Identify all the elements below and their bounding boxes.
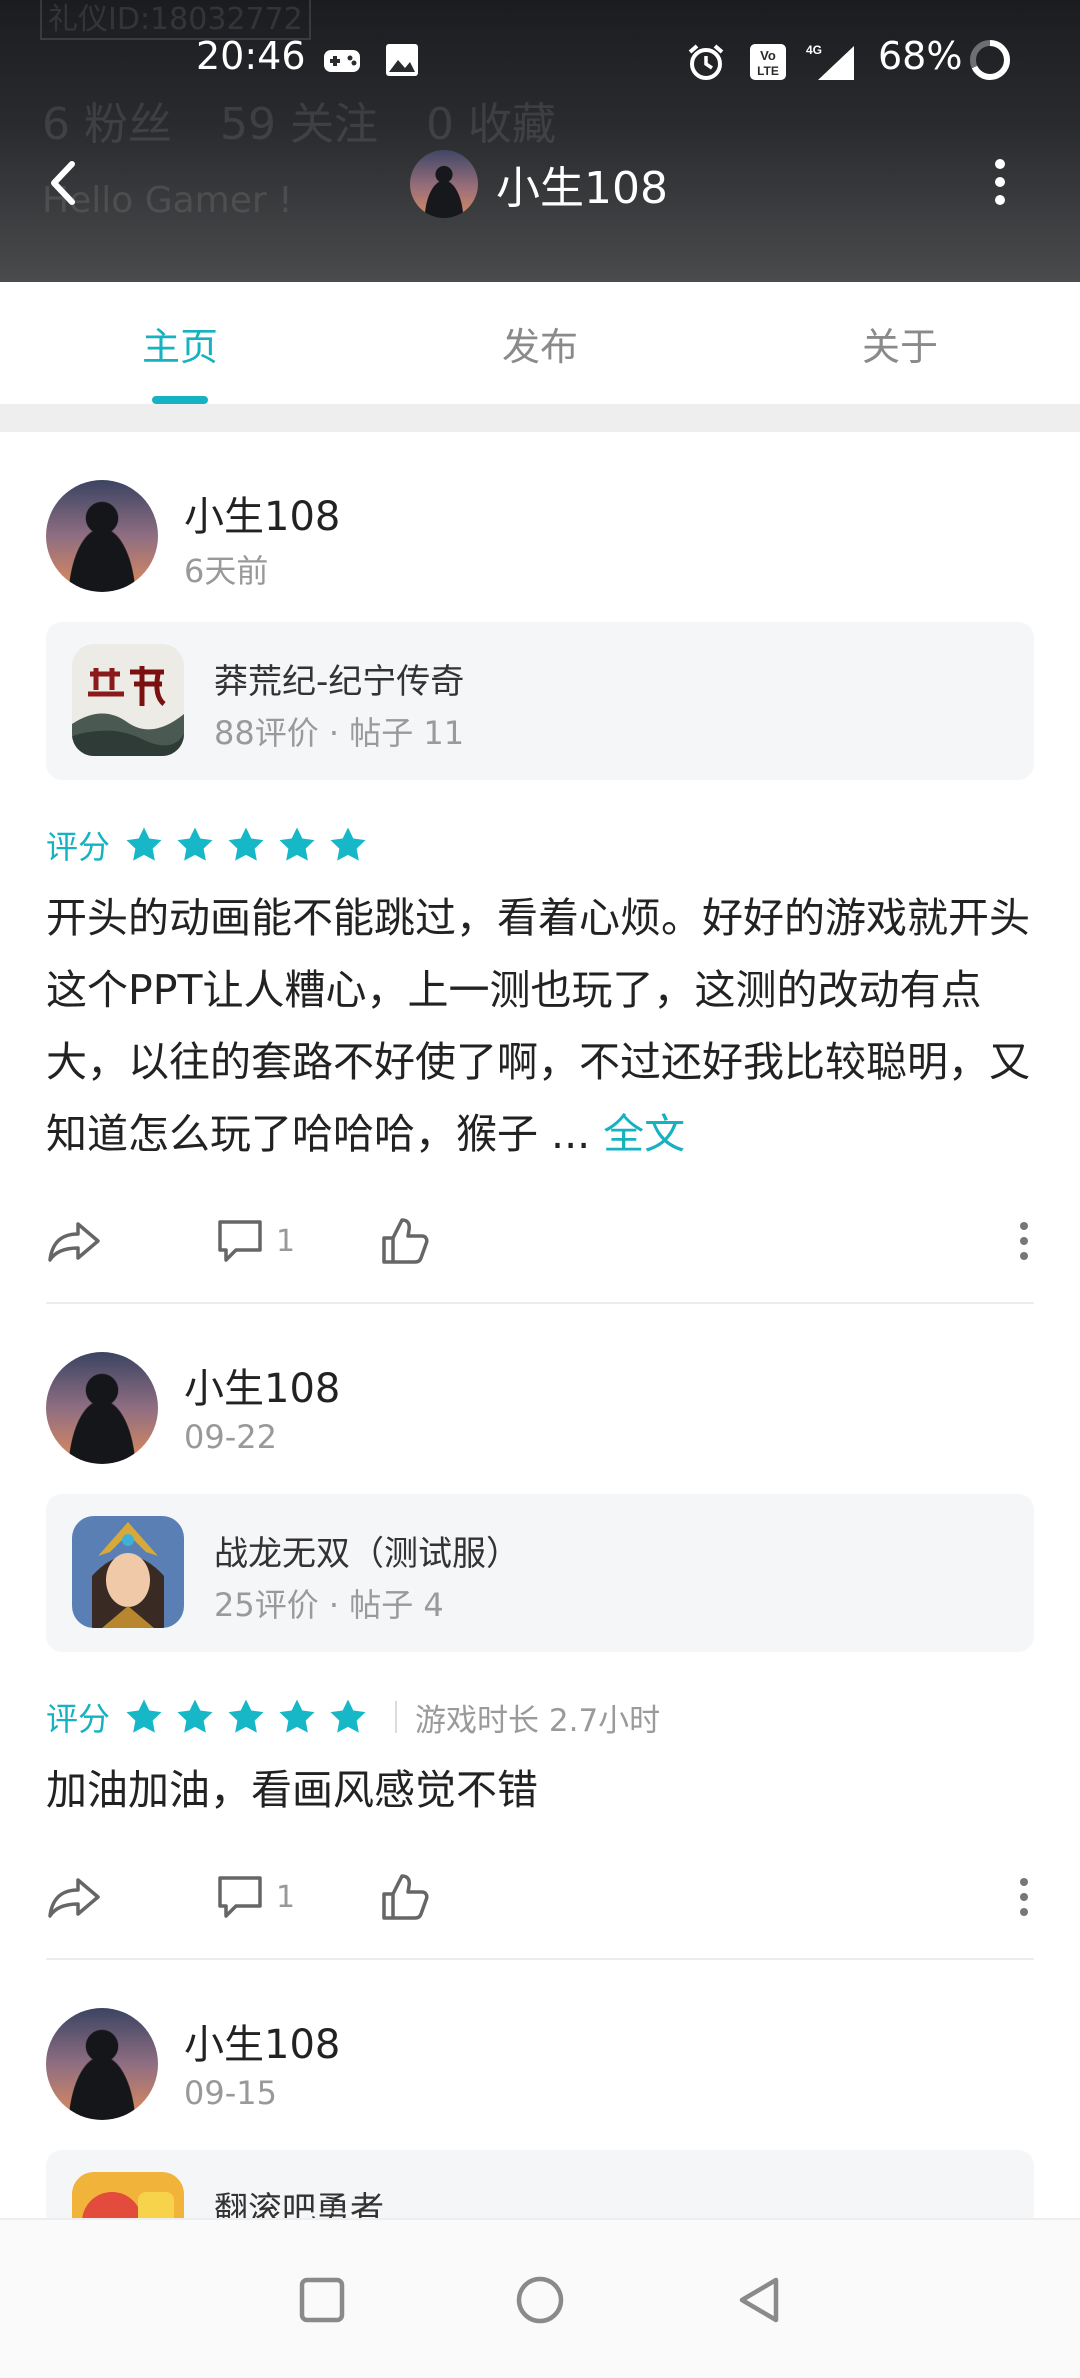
avatar[interactable]	[46, 1352, 158, 1464]
signal-icon: 4G	[806, 43, 854, 80]
comment-button[interactable]: 1	[216, 1216, 295, 1266]
author-name[interactable]: 小生108	[184, 2012, 340, 2070]
followers-stat: 6 粉丝	[42, 99, 172, 150]
game-icon	[72, 1516, 184, 1628]
gamepad-icon	[324, 50, 360, 72]
profile-header: 礼仪ID:18032772 6 粉丝 59 关注 0 收藏 Hello Game…	[0, 0, 1080, 282]
post-time: 6天前	[184, 552, 269, 590]
post-more-icon[interactable]	[1016, 1872, 1032, 1922]
feed-post: 小生108 6天前 莽荒纪-纪宁传奇 88评价 · 帖子 11 评分 开头的动画…	[0, 432, 1080, 1288]
avatar[interactable]	[46, 2008, 158, 2120]
rating-label: 评分	[46, 1700, 111, 1738]
read-more-link[interactable]: 全文	[603, 1110, 685, 1158]
volte-icon: Vo LTE	[750, 44, 786, 80]
post-content[interactable]: 开头的动画能不能跳过，看着心烦。好好的游戏就开头这个PPT让人糟心，上一测也玩了…	[46, 882, 1034, 1170]
star-icon	[228, 1699, 264, 1733]
alarm-icon	[688, 44, 724, 80]
post-text: 加油加油，看画风感觉不错	[46, 1766, 538, 1814]
post-time: 09-15	[184, 2074, 277, 2112]
active-tab-indicator	[152, 396, 208, 404]
game-card[interactable]: 莽荒纪-纪宁传奇 88评价 · 帖子 11	[46, 622, 1034, 780]
more-vertical-icon[interactable]	[980, 152, 1020, 212]
game-meta: 25评价 · 帖子 4	[214, 1586, 444, 1624]
recent-apps-icon[interactable]	[290, 2268, 354, 2332]
star-icon	[126, 1699, 162, 1733]
rating-row: 评分	[46, 816, 1034, 874]
feed-list: 小生108 6天前 莽荒纪-纪宁传奇 88评价 · 帖子 11 评分 开头的动画…	[0, 432, 1080, 2308]
profile-tabs: 主页 发布 关于	[0, 282, 1080, 404]
status-time: 20:46	[196, 34, 306, 78]
tab-posts[interactable]: 发布	[440, 316, 640, 371]
game-icon	[72, 644, 184, 756]
following-stat: 59 关注	[219, 99, 378, 150]
game-card[interactable]: 战龙无双（测试服） 25评价 · 帖子 4	[46, 1494, 1034, 1652]
like-icon[interactable]	[380, 1216, 430, 1266]
star-icon	[330, 827, 366, 861]
post-actions: 1	[46, 1188, 1034, 1288]
author-name[interactable]: 小生108	[184, 1356, 340, 1414]
star-icon	[228, 827, 264, 861]
star-icon	[279, 827, 315, 861]
comment-icon	[218, 1876, 262, 1918]
like-icon[interactable]	[380, 1872, 430, 1922]
post-author[interactable]: 小生108 09-15	[46, 1960, 1034, 2130]
star-icon	[126, 827, 162, 861]
share-icon[interactable]	[46, 1216, 102, 1266]
feed-post: 小生108 09-22 战龙无双（测试服） 25评价 · 帖子 4 评分 游戏时…	[0, 1304, 1080, 1944]
comment-count: 1	[276, 1223, 296, 1259]
post-more-icon[interactable]	[1016, 1216, 1032, 1266]
post-content[interactable]: 加油加油，看画风感觉不错	[46, 1754, 1034, 1826]
status-bar: 20:46 Vo LTE 4G 68%	[0, 22, 1080, 102]
post-text: 开头的动画能不能跳过，看着心烦。好好的游戏就开头这个PPT让人糟心，上一测也玩了…	[46, 894, 1030, 1158]
tab-home[interactable]: 主页	[80, 316, 280, 371]
system-navigation-bar	[0, 2218, 1080, 2378]
rating-label: 评分	[46, 828, 111, 866]
comment-button[interactable]: 1	[216, 1872, 295, 1922]
back-triangle-icon[interactable]	[728, 2268, 792, 2332]
rating-separator	[395, 1701, 398, 1733]
star-rating	[124, 1697, 379, 1737]
home-circle-icon[interactable]	[508, 2268, 572, 2332]
comment-icon	[218, 1220, 262, 1262]
star-icon	[330, 1699, 366, 1733]
game-name: 战龙无双（测试服）	[214, 1534, 520, 1574]
header-title: 小生108	[410, 148, 668, 220]
play-time: 游戏时长 2.7小时	[415, 1702, 661, 1739]
section-gap	[0, 404, 1080, 432]
author-name[interactable]: 小生108	[184, 484, 340, 542]
star-icon	[279, 1699, 315, 1733]
svg-text:4G: 4G	[806, 43, 822, 57]
favorites-stat: 0 收藏	[425, 99, 556, 150]
header-username: 小生108	[496, 163, 668, 214]
rating-row: 评分 游戏时长 2.7小时	[46, 1688, 1034, 1746]
post-author[interactable]: 小生108 6天前	[46, 432, 1034, 602]
share-icon[interactable]	[46, 1872, 102, 1922]
star-rating	[124, 825, 379, 865]
svg-text:LTE: LTE	[757, 64, 779, 78]
game-name: 莽荒纪-纪宁传奇	[214, 662, 465, 702]
avatar[interactable]	[46, 480, 158, 592]
star-icon	[177, 1699, 213, 1733]
header-avatar	[410, 150, 478, 218]
battery-percent: 68%	[878, 34, 963, 78]
post-author[interactable]: 小生108 09-22	[46, 1304, 1034, 1474]
star-icon	[177, 827, 213, 861]
svg-text:Vo: Vo	[760, 48, 776, 63]
game-meta: 88评价 · 帖子 11	[214, 714, 465, 752]
post-time: 09-22	[184, 1418, 277, 1456]
back-arrow-icon[interactable]	[34, 148, 94, 218]
image-icon	[386, 44, 418, 76]
tab-about[interactable]: 关于	[800, 316, 1000, 371]
battery-ring-icon	[970, 40, 1010, 80]
post-actions: 1	[46, 1844, 1034, 1944]
comment-count: 1	[276, 1879, 296, 1915]
